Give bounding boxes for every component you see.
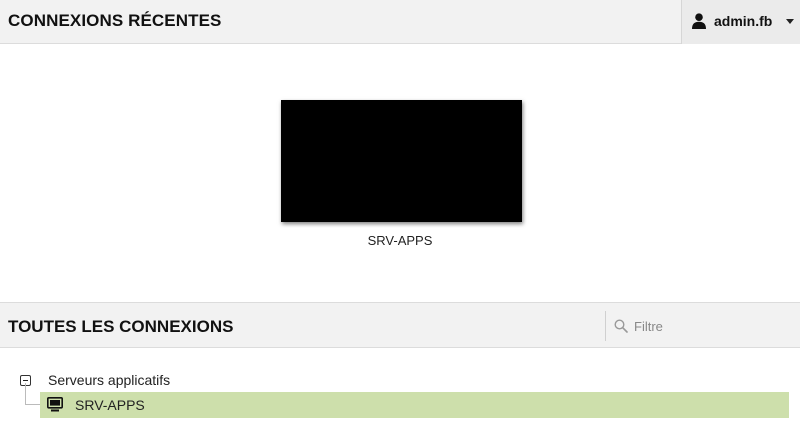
tree-connector-line xyxy=(25,404,40,405)
user-name: admin.fb xyxy=(714,13,773,29)
connection-item-srv-apps[interactable]: SRV-APPS xyxy=(40,392,789,418)
page-title: CONNEXIONS RÉCENTES xyxy=(8,11,222,30)
connection-label[interactable]: SRV-APPS xyxy=(75,397,145,413)
recent-connections-area: SRV-APPS xyxy=(0,45,800,302)
recent-connections-header: CONNEXIONS RÉCENTES admin.fb xyxy=(0,0,800,44)
tree-connector-line xyxy=(25,383,26,405)
search-icon xyxy=(614,319,628,333)
connection-tree: Serveurs applicatifs SRV-APPS xyxy=(0,349,800,437)
section-title: TOUTES LES CONNEXIONS xyxy=(8,317,234,336)
user-icon xyxy=(692,13,706,29)
connection-thumbnail[interactable] xyxy=(281,100,522,222)
group-label[interactable]: Serveurs applicatifs xyxy=(48,372,170,388)
recent-connection-tile[interactable] xyxy=(281,100,522,222)
filter-box[interactable] xyxy=(605,311,800,341)
user-menu-button[interactable]: admin.fb xyxy=(681,0,800,44)
filter-input[interactable] xyxy=(634,316,794,336)
all-connections-header: TOUTES LES CONNEXIONS xyxy=(0,302,800,348)
chevron-down-icon xyxy=(786,19,794,24)
monitor-icon xyxy=(47,397,63,412)
recent-connection-label[interactable]: SRV-APPS xyxy=(0,233,800,248)
tree-group-serveurs-applicatifs[interactable]: Serveurs applicatifs xyxy=(20,371,170,389)
